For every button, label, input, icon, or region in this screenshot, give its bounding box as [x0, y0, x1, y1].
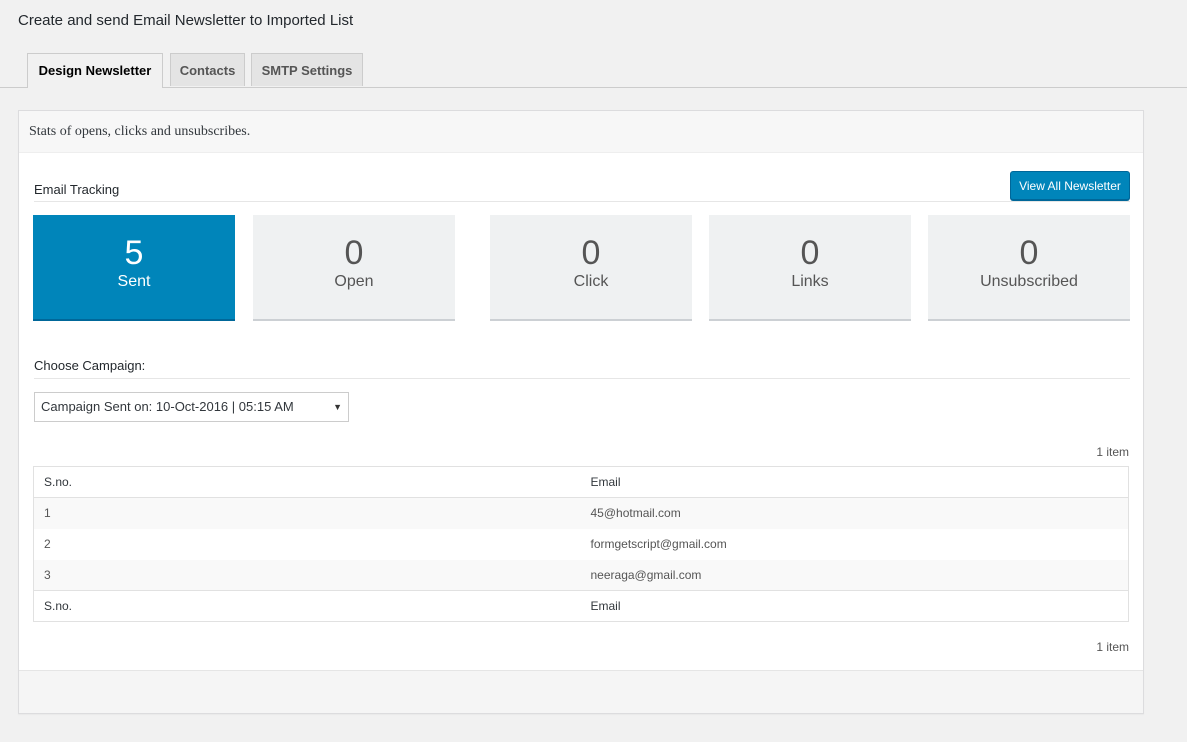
view-all-newsletter-button[interactable]: View All Newsletter [1010, 171, 1130, 200]
cell-email: formgetscript@gmail.com [590, 537, 727, 551]
cell-email: neeraga@gmail.com [590, 567, 702, 582]
table-row: 2 formgetscript@gmail.com [34, 529, 1129, 560]
item-count-bottom: 1 item [1096, 640, 1129, 654]
table-footer-row: S.no. Email [33, 590, 1129, 622]
column-header-sno[interactable]: S.no. [33, 466, 581, 498]
column-header-email[interactable]: Email [580, 466, 1129, 498]
stat-unsubscribed: 0 Unsubscribed [928, 215, 1130, 321]
campaign-select[interactable]: Campaign Sent on: 10-Oct-2016 | 05:15 AM… [34, 392, 349, 422]
stat-unsubscribed-label: Unsubscribed [980, 273, 1078, 290]
column-footer-sno[interactable]: S.no. [33, 590, 581, 622]
panel-footer [19, 670, 1143, 713]
table-row: 3 neeraga@gmail.com [33, 559, 1129, 591]
stat-links-label: Links [791, 273, 829, 290]
campaign-select-value: Campaign Sent on: 10-Oct-2016 | 05:15 AM [41, 399, 294, 414]
divider [34, 378, 1130, 379]
column-footer-email[interactable]: Email [580, 590, 1129, 622]
table-header-row: S.no. Email [33, 466, 1129, 498]
table-row: 1 45@hotmail.com [33, 497, 1129, 529]
stat-click-label: Click [573, 273, 609, 290]
stat-click-value: 0 [581, 234, 601, 272]
stat-sent-label: Sent [117, 273, 151, 290]
stat-open-value: 0 [344, 234, 364, 272]
email-tracking-heading: Email Tracking [34, 182, 120, 197]
tab-contacts[interactable]: Contacts [170, 53, 245, 86]
tab-design-newsletter[interactable]: Design Newsletter [27, 53, 163, 88]
stat-unsubscribed-value: 0 [1019, 234, 1039, 272]
stat-open: 0 Open [253, 215, 455, 321]
cell-sno: 1 [44, 506, 51, 521]
recipients-table: S.no. Email 1 45@hotmail.com 2 formgetsc… [33, 466, 1129, 622]
item-count-top: 1 item [1096, 445, 1129, 459]
stat-click: 0 Click [490, 215, 692, 321]
cell-email: 45@hotmail.com [590, 506, 681, 521]
panel-header: Stats of opens, clicks and unsubscribes. [19, 111, 1143, 153]
divider [34, 201, 1130, 202]
stat-links: 0 Links [709, 215, 911, 321]
stat-sent-value: 5 [124, 234, 144, 272]
tab-bar: Design Newsletter Contacts SMTP Settings [0, 53, 1187, 88]
stats-panel: Stats of opens, clicks and unsubscribes.… [18, 110, 1144, 714]
choose-campaign-label: Choose Campaign: [34, 358, 146, 373]
stat-links-value: 0 [800, 234, 820, 272]
page-title: Create and send Email Newsletter to Impo… [18, 12, 354, 29]
cell-sno: 2 [44, 537, 51, 551]
caret-down-icon: ▼ [333, 402, 342, 412]
cell-sno: 3 [44, 567, 51, 582]
stat-open-label: Open [334, 273, 374, 290]
tab-smtp-settings[interactable]: SMTP Settings [251, 53, 363, 86]
stat-sent: 5 Sent [33, 215, 235, 321]
